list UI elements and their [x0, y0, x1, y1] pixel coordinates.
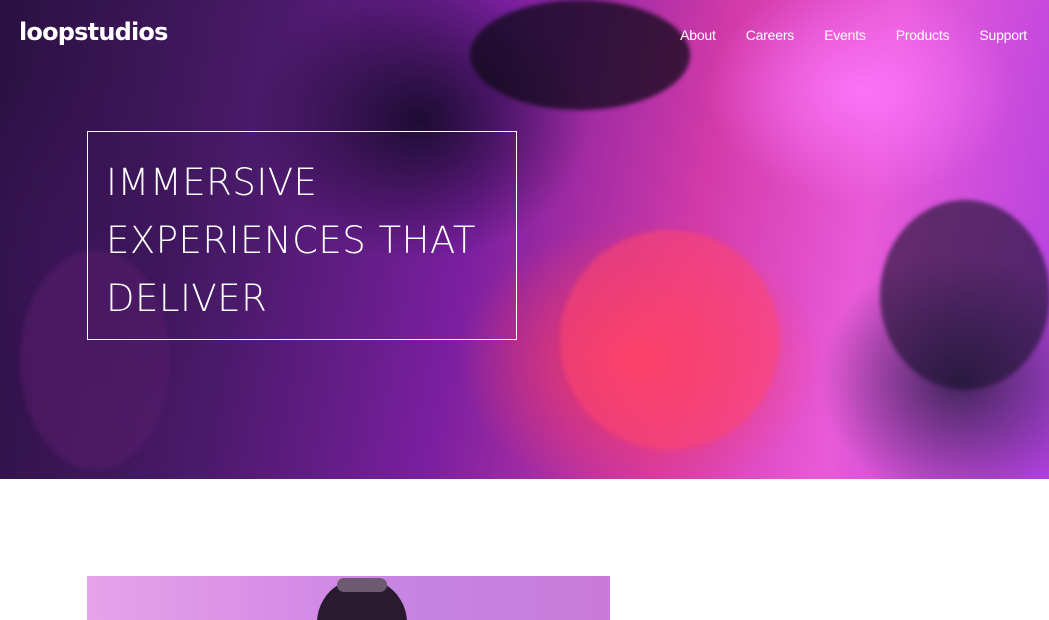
nav-item-about[interactable]: About — [680, 27, 716, 43]
hero-section: loopstudios About Careers Events Product… — [0, 0, 1049, 479]
hero-headline-line: DELIVER — [106, 277, 268, 320]
hero-photo-shape — [560, 230, 780, 450]
hero-photo-shape — [470, 0, 690, 110]
vr-headset-strap-image — [337, 578, 387, 592]
hero-headline-line: IMMERSIVE — [106, 161, 318, 204]
logo[interactable]: loopstudios — [19, 18, 168, 46]
main-nav: About Careers Events Products Support — [680, 27, 1027, 43]
hero-headline-box: IMMERSIVE EXPERIENCES THAT DELIVER — [87, 131, 517, 340]
nav-item-events[interactable]: Events — [824, 27, 866, 43]
hero-headline-line: EXPERIENCES THAT — [106, 219, 477, 262]
hero-photo-shape — [880, 200, 1049, 390]
hero-headline: IMMERSIVE EXPERIENCES THAT DELIVER — [106, 154, 498, 328]
interactive-vr-image — [87, 576, 610, 620]
nav-item-products[interactable]: Products — [896, 27, 950, 43]
nav-item-support[interactable]: Support — [979, 27, 1027, 43]
nav-item-careers[interactable]: Careers — [746, 27, 795, 43]
